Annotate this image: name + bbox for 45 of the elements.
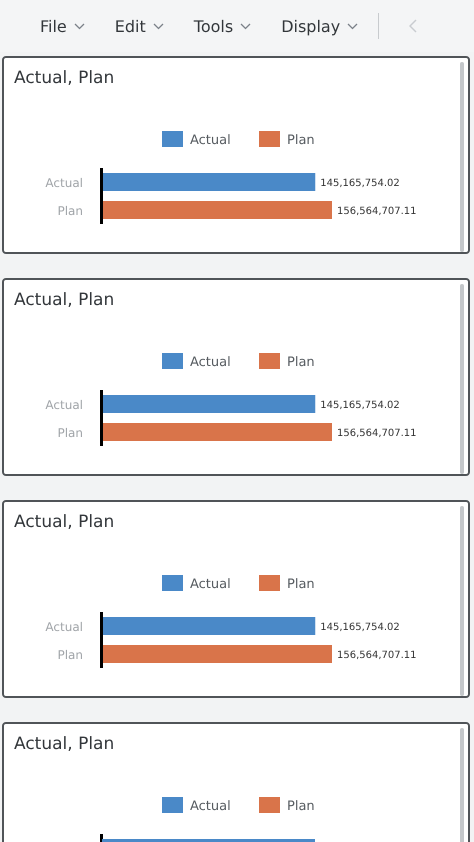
category-label: Actual (45, 620, 83, 634)
value-label: 145,165,754.02 (320, 622, 400, 633)
legend-label: Plan (287, 799, 315, 814)
chevron-down-icon (240, 22, 252, 30)
menu-button[interactable]: Tools (194, 16, 252, 36)
card-title: Actual, Plan (13, 289, 116, 312)
category-label: Actual (45, 398, 83, 412)
category-label: Plan (57, 204, 83, 218)
scrollbar[interactable] (460, 284, 464, 474)
menu-button[interactable]: Display (281, 16, 358, 36)
legend-label: Plan (287, 133, 315, 148)
legend-swatch (259, 353, 280, 369)
legend-swatch (259, 131, 280, 147)
value-label: 156,564,707.11 (337, 650, 417, 661)
legend-swatch (162, 575, 183, 591)
axis-line (100, 390, 103, 446)
menu-button[interactable]: Edit (114, 16, 164, 36)
legend-label: Actual (190, 133, 231, 148)
card-title: Actual, Plan (13, 67, 116, 90)
legend-swatch (259, 575, 280, 591)
scrollbar[interactable] (460, 62, 464, 252)
chevron-down-icon (152, 22, 164, 30)
menu-button[interactable]: File (40, 16, 85, 36)
legend-label: Actual (190, 355, 231, 370)
chevron-down-icon (347, 22, 358, 30)
category-label: Plan (57, 648, 83, 662)
legend-label: Plan (287, 355, 315, 370)
card-title: Actual, Plan (13, 733, 116, 756)
scrollbar[interactable] (460, 506, 464, 696)
value-label: 156,564,707.11 (337, 206, 417, 217)
chevron-down-icon (74, 22, 85, 30)
value-label: 145,165,754.02 (320, 400, 400, 411)
legend-label: Actual (190, 577, 231, 592)
axis-line (100, 612, 103, 668)
category-label: Actual (45, 176, 83, 190)
axis-line (100, 168, 103, 224)
category-label: Plan (57, 426, 83, 440)
value-label: 145,165,754.02 (320, 178, 400, 189)
legend-swatch (162, 353, 183, 369)
value-label: 156,564,707.11 (337, 428, 417, 439)
legend-label: Plan (287, 577, 315, 592)
legend-label: Actual (190, 799, 231, 814)
legend-swatch (162, 131, 183, 147)
card-title: Actual, Plan (13, 511, 116, 534)
chevron-left-icon[interactable] (409, 19, 418, 33)
